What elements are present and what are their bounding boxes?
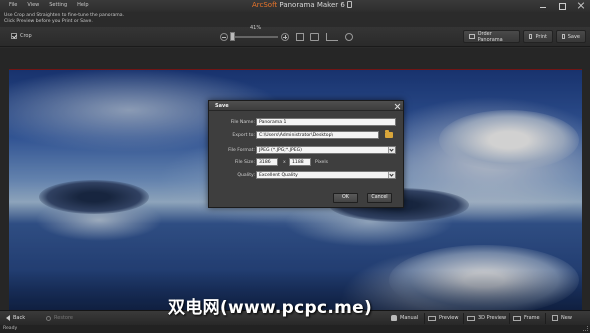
status-bar: Ready [0,325,590,333]
app-title: ArcSoft Panorama Maker 6 [252,1,352,9]
new-label: New [561,315,572,321]
dialog-title: Save [215,103,229,109]
preview-icon [428,315,436,321]
watermark: 双电网(www.pcpc.me) [168,298,373,318]
title-bar: File View Setting Help ArcSoft Panorama … [0,0,590,12]
3d-preview-icon [467,315,475,321]
quality-value: Excellent Quality [259,173,298,178]
order-label: Order Panorama [477,30,503,43]
minimize-icon[interactable] [538,1,548,10]
menu-view[interactable]: View [27,2,39,8]
status-text: Ready [3,326,18,331]
file-name-label: File Name: [230,120,255,125]
frame-label: Frame [524,315,540,321]
actual-size-icon[interactable] [310,33,319,41]
menu-bar: File View Setting Help [9,2,89,8]
exposure-icon[interactable] [345,33,353,41]
divider [509,313,510,324]
manual-label: Manual [400,315,419,321]
quality-select[interactable]: Excellent Quality [256,171,396,179]
zoom-slider-thumb[interactable] [230,32,236,41]
print-button[interactable]: Print [523,30,553,43]
new-icon [552,315,558,321]
crop-checkbox[interactable]: Crop [11,33,32,39]
width-field[interactable]: 3186 [256,158,278,166]
restore-button[interactable]: Restore [46,315,73,321]
zoom-slider[interactable] [230,36,278,38]
save-icon [562,34,565,39]
cancel-button[interactable]: Cancel [367,193,392,203]
chevron-down-icon[interactable] [388,147,395,153]
file-size-label: File Size: [234,160,255,165]
dialog-title-bar: Save [209,101,403,111]
toolbar: Crop Order Panorama Print Save [0,27,590,47]
size-separator: x [283,160,286,165]
zoom-percent: 41% [250,25,262,31]
close-window-icon[interactable] [576,1,586,10]
instructions: Use Crop and Straighten to fine-tune the… [4,13,124,24]
back-button[interactable]: Back [6,315,25,321]
fit-window-icon[interactable] [296,33,304,41]
back-arrow-icon [6,315,10,321]
maximize-icon[interactable] [557,1,567,10]
menu-help[interactable]: Help [77,2,88,8]
preview-label: Preview [439,315,459,321]
chevron-down-icon[interactable] [388,172,395,178]
straighten-icon[interactable] [326,33,338,41]
save-dialog: Save File Name: Panorama 1 Export to: C:… [208,100,404,208]
quality-label: Quality: [237,173,255,178]
divider [463,313,464,324]
zoom-in-icon[interactable] [281,33,289,41]
file-format-value: JPEG (*.JPG;*.JPEG) [259,148,302,153]
file-format-label: File Format: [228,148,255,153]
menu-setting[interactable]: Setting [49,2,67,8]
file-format-select[interactable]: JPEG (*.JPG;*.JPEG) [256,146,396,154]
order-panorama-button[interactable]: Order Panorama [463,30,520,43]
divider [545,313,546,324]
restore-label: Restore [54,315,73,321]
app-name: Panorama Maker 6 [277,1,345,9]
frame-button[interactable]: Frame [513,315,540,321]
crop-label: Crop [20,33,32,39]
window-controls [538,1,586,10]
instruction-line-2: Click Preview before you Print or Save. [4,18,93,24]
folder-icon[interactable] [385,130,393,138]
size-unit: Pixels [315,160,329,165]
menu-file[interactable]: File [9,2,17,8]
ok-button[interactable]: OK [333,193,358,203]
resize-grip-icon[interactable] [583,326,588,331]
app-brand: ArcSoft [252,1,278,9]
close-icon[interactable] [394,103,400,109]
zoom-out-icon[interactable] [220,33,228,41]
save-label: Save [567,33,580,40]
print-label: Print [535,33,547,40]
instruction-line-1: Use Crop and Straighten to fine-tune the… [4,13,125,18]
help-icon[interactable] [346,1,352,8]
order-icon [469,34,475,39]
checkbox-icon[interactable] [11,33,17,39]
export-label: Export to: [232,133,255,138]
divider [424,313,425,324]
3d-preview-button[interactable]: 3D Preview [467,315,506,321]
save-button[interactable]: Save [556,30,586,43]
preview-button[interactable]: Preview [428,315,458,321]
restore-icon [46,315,51,321]
export-path-field[interactable]: C:\Users\Administrator\Desktop\ [256,131,379,139]
back-label: Back [13,315,26,321]
file-name-field[interactable]: Panorama 1 [256,118,396,126]
3d-preview-label: 3D Preview [478,315,507,321]
hand-icon [391,315,397,321]
height-field[interactable]: 1188 [289,158,311,166]
manual-button[interactable]: Manual [391,315,418,321]
new-button[interactable]: New [552,315,572,321]
frame-icon [513,315,521,321]
printer-icon [529,34,533,39]
